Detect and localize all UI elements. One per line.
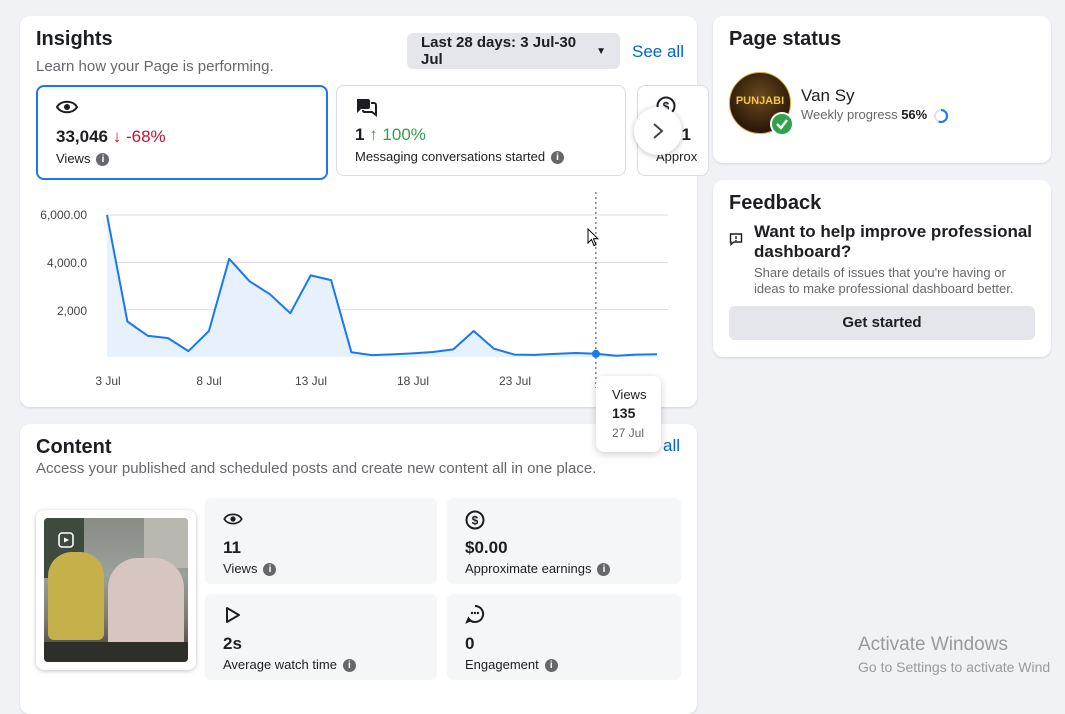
- get-started-button[interactable]: Get started: [729, 306, 1035, 340]
- tile-views-label-text: Views: [223, 561, 258, 576]
- tooltip-label: Views: [612, 387, 647, 402]
- feedback-title: Feedback: [729, 192, 822, 214]
- content-tile-watch-time[interactable]: 2s Average watch time i: [205, 594, 437, 680]
- chat-smile-icon: [465, 604, 485, 624]
- tile-earnings-value: $0.00: [465, 538, 508, 557]
- tile-earnings-label-text: Approximate earnings: [465, 561, 592, 576]
- feedback-heading: Want to help improve professional dashbo…: [754, 222, 1033, 261]
- tooltip-date: 27 Jul: [612, 426, 645, 440]
- content-subtitle: Access your published and scheduled post…: [36, 460, 597, 477]
- verified-check-icon: [770, 112, 794, 136]
- page-status-title: Page status: [729, 28, 842, 50]
- play-icon: [226, 607, 240, 623]
- info-icon[interactable]: i: [263, 563, 277, 577]
- tile-views-value: 11: [223, 538, 241, 557]
- x-tick-label: 18 Jul: [396, 374, 430, 388]
- tile-earnings-label: Approximate earnings i: [465, 561, 611, 577]
- reel-icon: [58, 532, 74, 548]
- insights-card: Insights Learn how your Page is performi…: [20, 16, 709, 407]
- dollar-icon: $: [465, 510, 485, 530]
- content-see-all-link[interactable]: all: [663, 436, 680, 456]
- x-tick-label: 3 Jul: [95, 374, 121, 388]
- post-image: [44, 518, 188, 662]
- content-tile-views[interactable]: 11 Views i: [205, 498, 437, 584]
- tile-watch-time-label: Average watch time i: [223, 657, 356, 673]
- x-tick-label: 8 Jul: [196, 374, 222, 388]
- tile-watch-time-value: 2s: [223, 634, 242, 653]
- post-thumbnail[interactable]: [36, 510, 196, 670]
- x-tick-label: 23 Jul: [498, 374, 532, 388]
- tile-engagement-label: Engagement i: [465, 657, 558, 673]
- content-title: Content: [36, 436, 112, 458]
- feedback-body: Share details of issues that you're havi…: [754, 265, 1014, 296]
- feedback-card: Feedback Want to help improve profession…: [713, 180, 1051, 357]
- tile-engagement-label-text: Engagement: [465, 657, 539, 672]
- content-tile-earnings[interactable]: $ $0.00 Approximate earnings i: [447, 498, 681, 584]
- x-tick-label: 13 Jul: [294, 374, 328, 388]
- series-area: [107, 215, 657, 357]
- chart-plot: [106, 192, 668, 388]
- activate-windows-subtitle: Go to Settings to activate Wind: [858, 659, 1051, 675]
- content-card: Content Access your published and schedu…: [20, 424, 697, 714]
- eye-icon: [223, 513, 243, 525]
- data-point[interactable]: [591, 349, 600, 358]
- chart-tooltip: Views 135 27 Jul: [596, 376, 661, 452]
- tile-views-label: Views i: [223, 561, 277, 577]
- activate-windows-title: Activate Windows: [858, 634, 1008, 655]
- weekly-progress-label: Weekly progress: [801, 107, 898, 122]
- page-status-card: Page status PUNJABI Van Sy Weekly progre…: [713, 16, 1051, 163]
- weekly-progress: Weekly progress 56%: [801, 107, 949, 124]
- weekly-progress-value: 56%: [901, 107, 928, 122]
- series-line: [106, 214, 658, 357]
- content-tile-engagement[interactable]: 0 Engagement i: [447, 594, 681, 680]
- feedback-icon: [729, 233, 743, 246]
- views-chart: 6,000.00 4,000.0 2,000 3 Jul 8 Jul 13 Ju…: [20, 16, 697, 407]
- mouse-cursor-icon: [587, 228, 599, 247]
- info-icon[interactable]: i: [342, 659, 356, 673]
- tile-engagement-value: 0: [465, 634, 475, 653]
- page-name[interactable]: Van Sy: [801, 86, 855, 106]
- svg-text:$: $: [472, 514, 479, 528]
- tile-watch-time-label-text: Average watch time: [223, 657, 337, 672]
- tooltip-value: 135: [612, 405, 636, 421]
- info-icon[interactable]: i: [544, 659, 558, 673]
- logo-text: PUNJABI: [735, 95, 785, 107]
- info-icon[interactable]: i: [597, 563, 611, 577]
- progress-ring-icon: [933, 108, 948, 123]
